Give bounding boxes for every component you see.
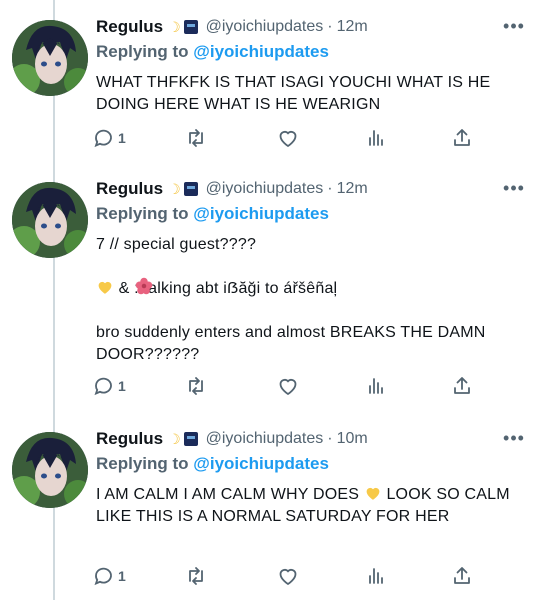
- analytics-button[interactable]: [364, 562, 388, 590]
- reply-icon: [94, 567, 112, 586]
- yellow-heart-emoji-icon: [98, 281, 112, 294]
- user-handle[interactable]: @iyoichiupdates: [206, 180, 324, 198]
- avatar[interactable]: [12, 432, 88, 508]
- yellow-heart-emoji-icon: [366, 487, 380, 500]
- tweet-text: WHAT THFKFK IS THAT ISAGI YOUCHI WHAT IS…: [96, 72, 516, 116]
- share-button[interactable]: [450, 124, 474, 152]
- tweet-text: 7 // special guest???? & : talking abt i…: [96, 234, 516, 366]
- heart-icon: [279, 378, 297, 396]
- user-handle[interactable]: @iyoichiupdates: [206, 430, 324, 448]
- crescent-moon-emoji-icon: ☽: [168, 430, 181, 447]
- flag-emoji-icon: [183, 20, 198, 34]
- name-badges: ☽: [168, 19, 198, 36]
- display-name[interactable]: Regulus: [96, 179, 163, 199]
- analytics-button[interactable]: [364, 372, 388, 400]
- share-button[interactable]: [450, 562, 474, 590]
- tweet-header: Regulus ☽ @iyoichiupdates · 12m: [96, 176, 368, 202]
- analytics-button[interactable]: [364, 124, 388, 152]
- reply-count: 1: [118, 130, 126, 146]
- mention-link[interactable]: @iyoichiupdates: [193, 454, 329, 473]
- mention-link[interactable]: @iyoichiupdates: [193, 42, 329, 61]
- replying-to: Replying to @iyoichiupdates: [96, 204, 329, 224]
- analytics-icon: [369, 130, 383, 146]
- text-part-1: I AM CALM I AM CALM WHY DOES: [96, 486, 360, 503]
- crescent-moon-emoji-icon: ☽: [168, 180, 181, 197]
- heart-icon: [279, 568, 297, 586]
- replying-to: Replying to @iyoichiupdates: [96, 454, 329, 474]
- replying-label: Replying to: [96, 454, 189, 473]
- retweet-button[interactable]: [184, 124, 208, 152]
- retweet-icon: [189, 567, 203, 585]
- avatar[interactable]: [12, 182, 88, 258]
- share-icon: [454, 129, 470, 146]
- mention-link[interactable]: @iyoichiupdates: [193, 204, 329, 223]
- action-bar: 1: [92, 124, 492, 152]
- heart-icon: [279, 130, 297, 148]
- like-button[interactable]: [276, 372, 300, 400]
- display-name[interactable]: Regulus: [96, 17, 163, 37]
- share-icon: [454, 567, 470, 584]
- reply-icon: [94, 377, 112, 396]
- more-options-icon[interactable]: •••: [502, 14, 526, 38]
- flag-emoji-icon: [183, 182, 198, 196]
- user-handle[interactable]: @iyoichiupdates: [206, 18, 324, 36]
- timestamp[interactable]: 12m: [337, 180, 368, 198]
- timestamp[interactable]: 10m: [337, 430, 368, 448]
- like-button[interactable]: [276, 562, 300, 590]
- action-bar: 1: [92, 372, 492, 400]
- more-options-icon[interactable]: •••: [502, 176, 526, 200]
- retweet-icon: [189, 129, 203, 147]
- reply-button[interactable]: 1: [92, 124, 126, 152]
- action-bar: 1: [92, 562, 492, 590]
- more-options-icon[interactable]: •••: [502, 426, 526, 450]
- replying-to: Replying to @iyoichiupdates: [96, 42, 329, 62]
- share-button[interactable]: [450, 372, 474, 400]
- reply-icon: [94, 129, 112, 148]
- reply-button[interactable]: 1: [92, 562, 126, 590]
- replying-label: Replying to: [96, 42, 189, 61]
- name-badges: ☽: [168, 181, 198, 198]
- like-button[interactable]: [276, 124, 300, 152]
- crescent-moon-emoji-icon: ☽: [168, 18, 181, 35]
- tweet[interactable]: Regulus ☽ @iyoichiupdates · 10m ••• Repl…: [0, 426, 540, 596]
- tweet-header: Regulus ☽ @iyoichiupdates · 12m: [96, 14, 368, 40]
- reply-button[interactable]: 1: [92, 372, 126, 400]
- tweet-paragraph: I AM CALM I AM CALM WHY DOES LOOK SO CAL…: [96, 484, 516, 528]
- tweet[interactable]: Regulus ☽ @iyoichiupdates · 12m ••• Repl…: [0, 176, 540, 410]
- reply-count: 1: [118, 378, 126, 394]
- timestamp[interactable]: 12m: [337, 18, 368, 36]
- separator: ·: [327, 18, 333, 35]
- tweet-header: Regulus ☽ @iyoichiupdates · 10m: [96, 426, 368, 452]
- avatar[interactable]: [12, 20, 88, 96]
- name-badges: ☽: [168, 431, 198, 448]
- replying-label: Replying to: [96, 204, 189, 223]
- tweet-paragraph: WHAT THFKFK IS THAT ISAGI YOUCHI WHAT IS…: [96, 74, 491, 113]
- tweet-paragraph: bro suddenly enters and almost BREAKS TH…: [96, 324, 486, 363]
- separator: ·: [327, 430, 333, 447]
- analytics-icon: [369, 568, 383, 584]
- reply-count: 1: [118, 568, 126, 584]
- share-icon: [454, 377, 470, 394]
- hibiscus-emoji-icon: [135, 277, 153, 295]
- analytics-icon: [369, 378, 383, 394]
- retweet-button[interactable]: [184, 562, 208, 590]
- display-name[interactable]: Regulus: [96, 429, 163, 449]
- flag-emoji-icon: [183, 432, 198, 446]
- separator: ·: [327, 180, 333, 197]
- retweet-icon: [189, 377, 203, 395]
- tweet-paragraph: 7 // special guest????: [96, 236, 257, 253]
- retweet-button[interactable]: [184, 372, 208, 400]
- tweet[interactable]: Regulus ☽ @iyoichiupdates · 12m ••• Repl…: [0, 14, 540, 164]
- tweet-paragraph: & : talking abt iẞăği to ářšêñaļ: [96, 278, 516, 300]
- tweet-text: I AM CALM I AM CALM WHY DOES LOOK SO CAL…: [96, 484, 516, 528]
